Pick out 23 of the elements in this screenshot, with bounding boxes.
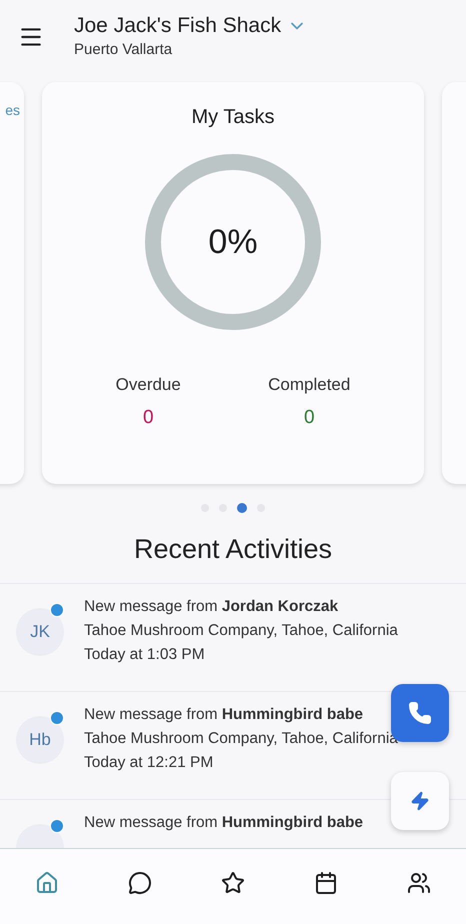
location-subtitle: Puerto Vallarta xyxy=(74,41,174,58)
stat-value: 0 xyxy=(142,407,154,429)
activity-location: Tahoe Mushroom Company, Tahoe, California xyxy=(84,622,398,640)
activity-headline: New message from Jordan Korczak xyxy=(84,598,340,616)
stat-label: Overdue xyxy=(116,375,181,395)
activity-headline: New message from Hummingbird babe xyxy=(84,814,364,832)
business-name: Joe Jack's Fish Shack xyxy=(74,14,282,38)
page-dot[interactable] xyxy=(237,503,247,513)
card-title: My Tasks xyxy=(192,106,274,129)
lightning-icon xyxy=(410,791,430,811)
card-text: es xyxy=(5,102,20,118)
section-title: Recent Activities xyxy=(132,534,334,565)
activity-time: Today at 1:03 PM xyxy=(84,646,206,664)
stat-label: Completed xyxy=(268,375,350,395)
activity-location: Tahoe Mushroom Company, Tahoe, California xyxy=(84,730,398,748)
stat-value: 0 xyxy=(304,407,315,429)
quick-action-button[interactable] xyxy=(391,772,449,830)
percent-value: 0% xyxy=(208,222,258,262)
phone-icon xyxy=(408,701,432,725)
avatar-initials: JK xyxy=(30,622,50,642)
activity-time: Today at 12:21 PM xyxy=(84,754,214,772)
activity-headline: New message from Hummingbird babe xyxy=(84,706,364,724)
avatar-initials: Hb xyxy=(29,730,51,750)
